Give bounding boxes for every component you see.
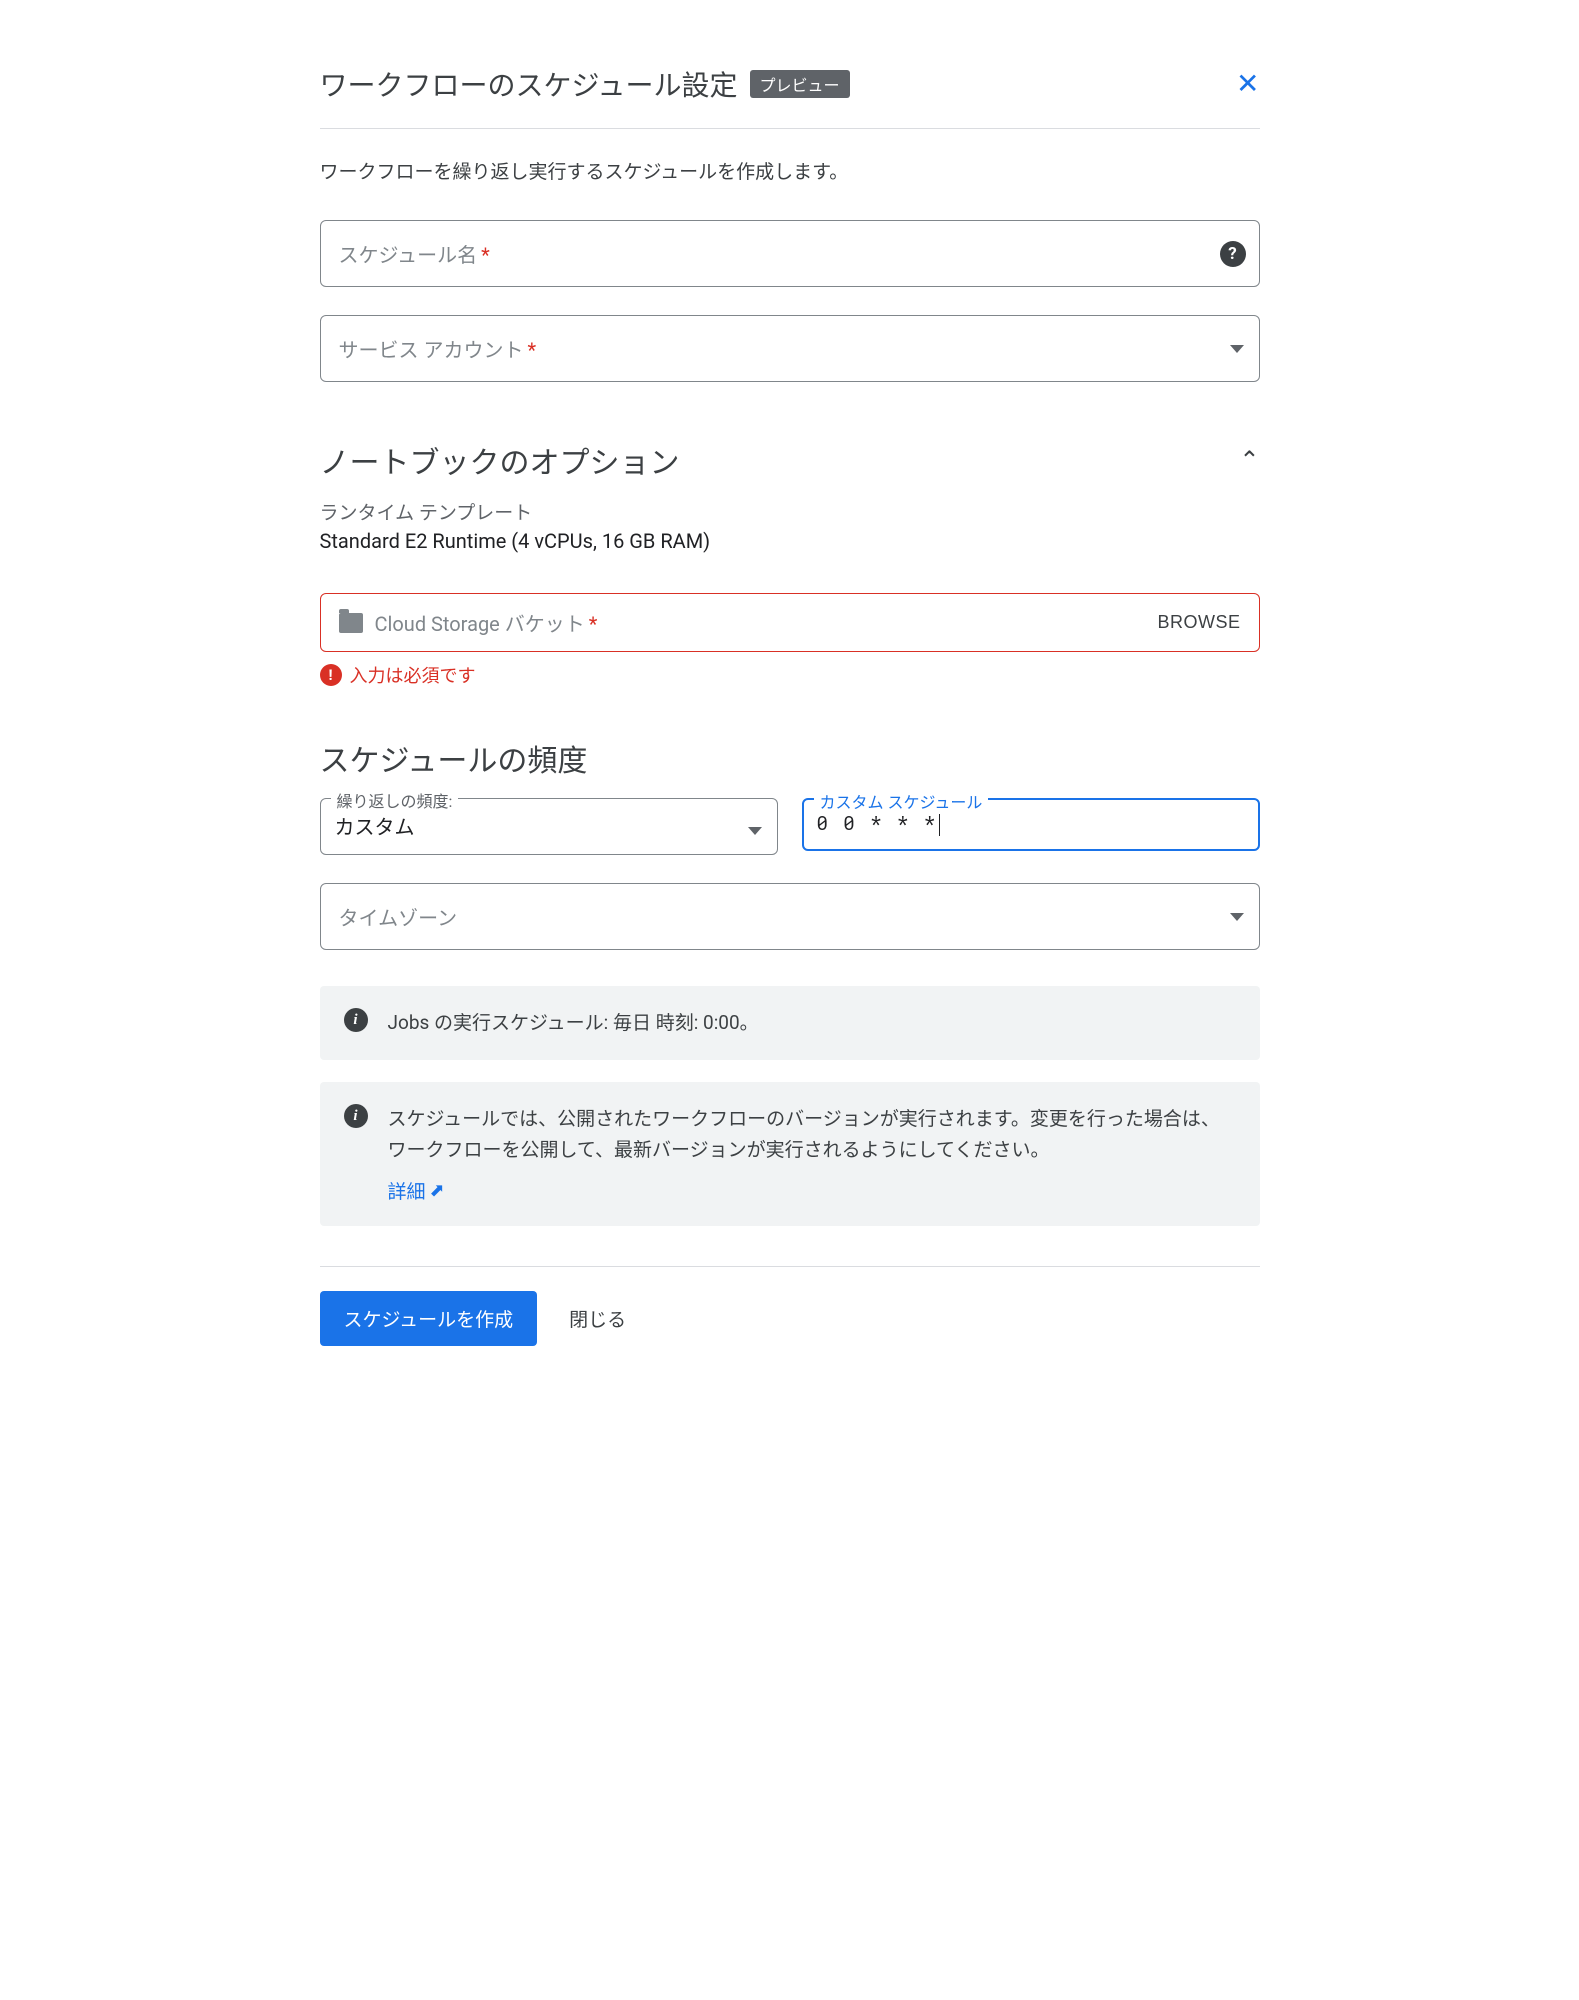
notebook-options-title: ノートブックのオプション (320, 438, 680, 482)
timezone-field[interactable]: タイムゾーン (320, 883, 1260, 950)
schedule-summary-text: Jobs の実行スケジュール: 毎日 時刻: 0:00。 (388, 1008, 759, 1038)
schedule-name-field[interactable]: スケジュール名* ? (320, 220, 1260, 287)
info-icon: i (344, 1104, 368, 1128)
preview-badge: プレビュー (750, 70, 850, 98)
chevron-down-icon (1230, 345, 1244, 353)
dialog-description: ワークフローを繰り返し実行するスケジュールを作成します。 (320, 157, 1260, 184)
chevron-down-icon (748, 827, 762, 835)
schedule-frequency-title: スケジュールの頻度 (320, 736, 1260, 780)
schedule-dialog: ワークフローのスケジュール設定 プレビュー ✕ ワークフローを繰り返し実行するス… (320, 40, 1260, 1346)
external-link-icon: ⬈ (430, 1180, 445, 1201)
close-icon[interactable]: ✕ (1236, 70, 1259, 98)
storage-error-message: ! 入力は必須です (320, 662, 1260, 688)
repeat-frequency-field[interactable]: 繰り返しの頻度: カスタム (320, 798, 778, 855)
folder-icon (339, 613, 363, 633)
service-account-placeholder: サービス アカウント* (339, 338, 537, 362)
chevron-down-icon (1230, 913, 1244, 921)
schedule-name-placeholder: スケジュール名* (339, 243, 490, 267)
learn-more-label: 詳細 (388, 1177, 426, 1204)
storage-error-text: 入力は必須です (350, 662, 476, 688)
storage-bucket-field[interactable]: Cloud Storage バケット* BROWSE (320, 593, 1260, 652)
dialog-header: ワークフローのスケジュール設定 プレビュー ✕ (320, 40, 1260, 129)
timezone-placeholder: タイムゾーン (339, 906, 458, 930)
browse-button[interactable]: BROWSE (1157, 612, 1240, 633)
version-notice-info: i スケジュールでは、公開されたワークフローのバージョンが実行されます。変更を行… (320, 1082, 1260, 1226)
custom-schedule-field[interactable]: カスタム スケジュール 0 0 * * * (802, 798, 1260, 855)
dialog-title: ワークフローのスケジュール設定 (320, 64, 738, 104)
error-icon: ! (320, 664, 342, 686)
runtime-template-value: Standard E2 Runtime (4 vCPUs, 16 GB RAM) (320, 529, 1260, 553)
learn-more-link[interactable]: 詳細 ⬈ (388, 1177, 445, 1204)
dialog-title-wrap: ワークフローのスケジュール設定 プレビュー (320, 64, 850, 104)
schedule-summary-info: i Jobs の実行スケジュール: 毎日 時刻: 0:00。 (320, 986, 1260, 1060)
chevron-up-icon[interactable]: ⌃ (1239, 446, 1259, 474)
version-notice-text: スケジュールでは、公開されたワークフローのバージョンが実行されます。変更を行った… (388, 1104, 1236, 1165)
service-account-field[interactable]: サービス アカウント* (320, 315, 1260, 382)
help-icon[interactable]: ? (1220, 241, 1246, 267)
repeat-frequency-legend: 繰り返しの頻度: (331, 788, 459, 812)
create-schedule-button[interactable]: スケジュールを作成 (320, 1291, 538, 1346)
info-icon: i (344, 1008, 368, 1032)
frequency-row: 繰り返しの頻度: カスタム カスタム スケジュール 0 0 * * * (320, 798, 1260, 855)
dialog-footer: スケジュールを作成 閉じる (320, 1266, 1260, 1346)
storage-bucket-group: Cloud Storage バケット* BROWSE ! 入力は必須です (320, 593, 1260, 688)
close-button[interactable]: 閉じる (557, 1291, 638, 1346)
custom-schedule-legend: カスタム スケジュール (814, 789, 989, 813)
notebook-options-header[interactable]: ノートブックのオプション ⌃ (320, 438, 1260, 482)
storage-bucket-placeholder: Cloud Storage バケット* (375, 608, 1146, 637)
runtime-template-label: ランタイム テンプレート (320, 498, 1260, 525)
